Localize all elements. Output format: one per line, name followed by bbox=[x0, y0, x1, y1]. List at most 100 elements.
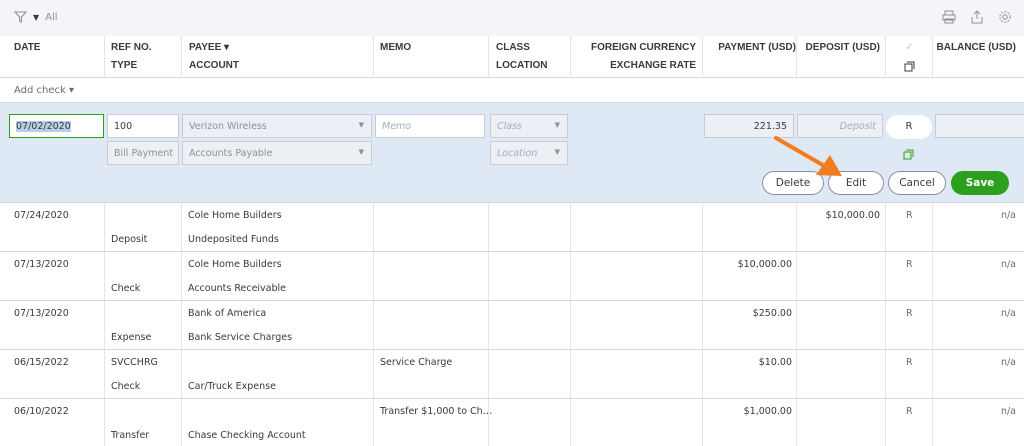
cell-date: 06/15/2022 bbox=[14, 357, 69, 368]
column-divider bbox=[702, 399, 703, 423]
cell-status: R bbox=[906, 259, 913, 270]
column-divider bbox=[796, 301, 797, 325]
column-divider bbox=[373, 325, 374, 349]
column-divider bbox=[702, 374, 703, 398]
register-toolbar: ▼ All bbox=[0, 0, 1024, 36]
col-class[interactable]: CLASS bbox=[496, 42, 530, 53]
export-icon[interactable] bbox=[970, 10, 984, 24]
annotation-arrow bbox=[774, 136, 842, 176]
col-ref-no[interactable]: REF NO. bbox=[111, 42, 152, 53]
table-row-detail[interactable]: Transfer Chase Checking Account bbox=[0, 423, 1024, 446]
filter-icon[interactable] bbox=[14, 11, 27, 23]
column-divider bbox=[373, 399, 374, 423]
table-row[interactable]: 06/15/2022 SVCCHRG Service Charge $10.00 Rn/… bbox=[0, 350, 1024, 374]
cell-account: Chase Checking Account bbox=[188, 430, 306, 441]
col-account[interactable]: ACCOUNT bbox=[189, 60, 239, 71]
col-payment[interactable]: PAYMENT (USD) bbox=[702, 42, 796, 53]
cell-account: Accounts Receivable bbox=[188, 283, 287, 294]
column-divider bbox=[570, 227, 571, 251]
location-field[interactable]: Location ▼ bbox=[490, 141, 568, 165]
account-field[interactable]: Accounts Payable ▼ bbox=[182, 141, 372, 165]
col-payee[interactable]: PAYEE ▾ bbox=[189, 42, 229, 53]
column-divider bbox=[181, 350, 182, 374]
column-divider bbox=[104, 374, 105, 398]
cell-account: Car/Truck Expense bbox=[188, 381, 276, 392]
column-divider bbox=[181, 301, 182, 325]
table-row[interactable]: 07/13/2020 Bank of America $250.00 Rn/a bbox=[0, 301, 1024, 325]
column-divider bbox=[488, 227, 489, 251]
column-divider bbox=[702, 227, 703, 251]
col-exchange-rate[interactable]: EXCHANGE RATE bbox=[571, 60, 696, 71]
cell-balance: n/a bbox=[1000, 308, 1016, 319]
date-field[interactable]: 07/02/2020 bbox=[9, 114, 104, 138]
column-divider bbox=[181, 374, 182, 398]
chevron-down-icon[interactable]: ▼ bbox=[359, 148, 364, 156]
filter-dropdown[interactable]: ▼ All bbox=[14, 11, 58, 23]
column-divider bbox=[885, 423, 886, 446]
cell-type: Expense bbox=[111, 332, 152, 343]
col-date[interactable]: DATE bbox=[14, 42, 40, 53]
chevron-down-icon[interactable]: ▼ bbox=[555, 148, 560, 156]
col-memo[interactable]: MEMO bbox=[380, 42, 411, 53]
column-header: DATE REF NO. TYPE PAYEE ▾ ACCOUNT MEMO C… bbox=[0, 36, 1024, 78]
cell-payment: $10.00 bbox=[758, 357, 792, 368]
payee-field[interactable]: Verizon Wireless ▼ bbox=[182, 114, 372, 138]
cell-date: 07/13/2020 bbox=[14, 259, 69, 270]
cell-date: 07/24/2020 bbox=[14, 210, 69, 221]
column-divider bbox=[104, 423, 105, 446]
col-type[interactable]: TYPE bbox=[111, 60, 137, 71]
cell-payee: Bank of America bbox=[188, 308, 267, 319]
attachment-copy-icon[interactable] bbox=[903, 149, 914, 160]
save-button[interactable]: Save bbox=[951, 171, 1009, 195]
table-row[interactable]: 07/24/2020 Cole Home Builders $10,000.00 Rn… bbox=[0, 203, 1024, 227]
col-deposit[interactable]: DEPOSIT (USD) bbox=[796, 42, 880, 53]
table-row-detail[interactable]: Deposit Undeposited Funds bbox=[0, 227, 1024, 252]
column-divider bbox=[796, 325, 797, 349]
chevron-down-icon[interactable]: ▼ bbox=[555, 121, 560, 129]
table-row-detail[interactable]: Check Accounts Receivable bbox=[0, 276, 1024, 301]
column-divider bbox=[104, 276, 105, 300]
col-balance[interactable]: BALANCE (USD) bbox=[932, 42, 1016, 53]
ref-no-field[interactable]: 100 bbox=[107, 114, 179, 138]
table-row-detail[interactable]: Expense Bank Service Charges bbox=[0, 325, 1024, 350]
col-foreign-currency[interactable]: FOREIGN CURRENCY bbox=[571, 42, 696, 53]
chevron-down-icon[interactable]: ▼ bbox=[33, 13, 39, 22]
cell-status: R bbox=[906, 406, 913, 417]
table-row[interactable]: 06/10/2022 Transfer $1,000 to Ch… $1,000.0… bbox=[0, 399, 1024, 423]
cell-ref-no: SVCCHRG bbox=[111, 357, 158, 368]
cell-payment: $1,000.00 bbox=[743, 406, 792, 417]
copy-icon bbox=[904, 61, 915, 72]
column-divider bbox=[181, 423, 182, 446]
print-icon[interactable] bbox=[942, 10, 956, 24]
cell-account: Undeposited Funds bbox=[188, 234, 279, 245]
check-mark-icon: ✓ bbox=[905, 42, 914, 53]
table-row-detail[interactable]: Check Car/Truck Expense bbox=[0, 374, 1024, 399]
column-divider bbox=[702, 203, 703, 227]
column-divider bbox=[373, 374, 374, 398]
column-divider bbox=[885, 301, 886, 325]
cell-type: Transfer bbox=[111, 430, 150, 441]
column-divider bbox=[885, 203, 886, 227]
column-divider bbox=[932, 227, 933, 251]
cancel-button[interactable]: Cancel bbox=[888, 171, 946, 195]
column-divider bbox=[932, 374, 933, 398]
table-row[interactable]: 07/13/2020 Cole Home Builders $10,000.00 Rn… bbox=[0, 252, 1024, 276]
add-check-dropdown[interactable]: Add check ▾ bbox=[14, 85, 74, 96]
settings-icon[interactable] bbox=[998, 10, 1012, 24]
filter-label[interactable]: All bbox=[45, 12, 57, 23]
column-divider bbox=[570, 325, 571, 349]
class-field[interactable]: Class ▼ bbox=[490, 114, 568, 138]
column-divider bbox=[104, 325, 105, 349]
column-divider bbox=[932, 350, 933, 374]
chevron-down-icon[interactable]: ▼ bbox=[359, 121, 364, 129]
column-divider bbox=[104, 350, 105, 374]
reconcile-status-badge[interactable]: R bbox=[886, 115, 932, 139]
memo-field[interactable]: Memo bbox=[375, 114, 485, 138]
column-divider bbox=[570, 203, 571, 227]
column-divider bbox=[373, 276, 374, 300]
column-divider bbox=[373, 227, 374, 251]
col-location[interactable]: LOCATION bbox=[496, 60, 547, 71]
column-divider bbox=[885, 227, 886, 251]
column-divider bbox=[885, 276, 886, 300]
column-divider bbox=[488, 374, 489, 398]
